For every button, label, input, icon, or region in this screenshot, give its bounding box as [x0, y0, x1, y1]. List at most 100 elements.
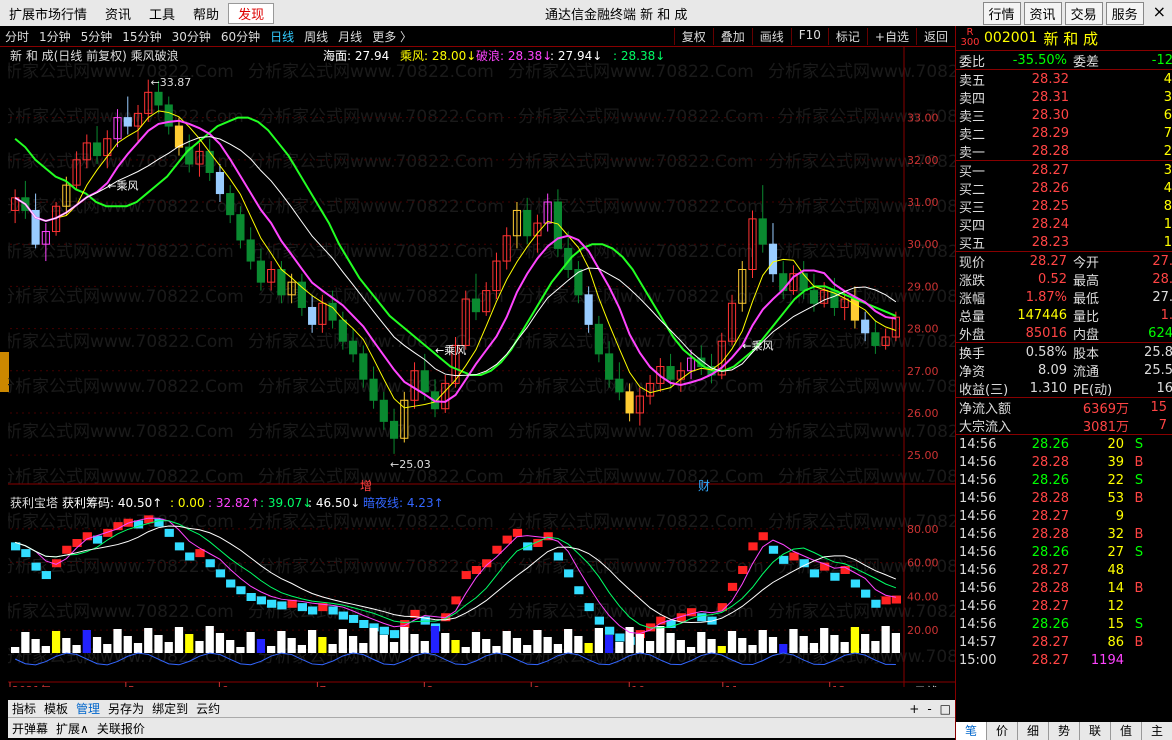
- quote-button[interactable]: 行情: [982, 1, 1021, 25]
- ask-level-row[interactable]: 卖五 28.32 4: [956, 70, 1172, 89]
- draw-button[interactable]: 画线: [751, 27, 791, 45]
- y-tick-label: 28.00: [907, 323, 939, 336]
- tick-side: S: [1134, 436, 1144, 452]
- side-tab[interactable]: 势: [1049, 722, 1080, 740]
- layout-button[interactable]: □: [936, 702, 955, 716]
- adjust-button[interactable]: 复权: [673, 27, 713, 45]
- bid-level-row[interactable]: 买一 28.27 3: [956, 161, 1172, 180]
- menu-news[interactable]: 资讯: [96, 4, 140, 23]
- tick-row[interactable]: 14:56 28.28 53 B: [956, 489, 1172, 507]
- mark-button[interactable]: 标记: [827, 27, 867, 45]
- marker-zeng[interactable]: 增: [360, 479, 372, 493]
- chart-area[interactable]: 分析家公式网www.70822.Com 分析家公式网www.70822.Com 分析…: [8, 47, 955, 687]
- candle-body: [861, 319, 870, 334]
- volume-bar: [92, 637, 102, 653]
- period-weekly[interactable]: 周线: [299, 28, 333, 45]
- volume-bar: [277, 631, 286, 653]
- tick-price: 28.28: [1031, 490, 1069, 506]
- menu-help[interactable]: 帮助: [184, 4, 228, 23]
- tick-time: 14:56: [959, 526, 997, 542]
- tick-volume: 53: [1107, 490, 1124, 506]
- side-tab[interactable]: 值: [1111, 722, 1142, 740]
- profit-bar: [205, 559, 215, 568]
- period-1min[interactable]: 1分钟: [34, 28, 76, 45]
- service-button[interactable]: 服务: [1105, 1, 1144, 25]
- chart-tools: 复权 叠加 画线 F10 标记 +自选 返回: [673, 27, 955, 45]
- tick-list[interactable]: 14:56 28.26 20 S 14:56 28.28 39 B 14:56 28.26 22 S 1…: [956, 435, 1172, 669]
- side-tab[interactable]: 联: [1080, 722, 1111, 740]
- candle-body: [871, 332, 880, 346]
- add-watchlist-button[interactable]: +自选: [866, 27, 916, 45]
- ma-lines: ←33.87 ←25.03 ←乘风 ←乘风 ←乘风: [14, 76, 897, 471]
- f10-button[interactable]: F10: [790, 27, 828, 45]
- back-button[interactable]: 返回: [915, 27, 955, 45]
- legend-line5: : 28.38↓: [613, 49, 665, 63]
- menu-market[interactable]: 扩展市场行情: [0, 4, 96, 23]
- tab-save-as[interactable]: 另存为: [104, 700, 148, 717]
- close-icon[interactable]: ×: [1147, 2, 1172, 25]
- related-quote-button[interactable]: 关联报价: [93, 720, 149, 737]
- candle-body: [768, 243, 778, 275]
- tab-template[interactable]: 模板: [40, 700, 72, 717]
- tab-bind-to[interactable]: 绑定到: [148, 700, 192, 717]
- tab-manage[interactable]: 管理: [72, 700, 104, 717]
- tab-cloud[interactable]: 云约: [192, 700, 224, 717]
- tick-row[interactable]: 14:56 28.26 20 S: [956, 435, 1172, 453]
- profit-bar: [564, 569, 574, 578]
- tick-row[interactable]: 14:56 28.28 32 B: [956, 525, 1172, 543]
- period-30min[interactable]: 30分钟: [167, 28, 216, 45]
- tick-row[interactable]: 14:56 28.27 9: [956, 507, 1172, 525]
- candle-body: [799, 273, 808, 292]
- zoom-in-button[interactable]: +: [905, 702, 923, 716]
- ask-level-row[interactable]: 卖二 28.29 7: [956, 124, 1172, 143]
- period-monthly[interactable]: 月线: [333, 28, 367, 45]
- bid-level-row[interactable]: 买四 28.24 1: [956, 215, 1172, 234]
- tick-price: 28.26: [1031, 436, 1069, 452]
- side-tab[interactable]: 主: [1142, 722, 1172, 740]
- level-qty: 2: [1163, 143, 1172, 159]
- candle-body: [523, 209, 532, 237]
- profit-bar: [461, 571, 471, 580]
- ask-level-row[interactable]: 卖三 28.30 6: [956, 106, 1172, 125]
- expand-button[interactable]: 扩展∧: [52, 720, 93, 737]
- period-more[interactable]: 更多 〉: [367, 28, 417, 45]
- quote-header: R 300 002001 新 和 成: [956, 26, 1172, 51]
- tick-row[interactable]: 14:56 28.26 27 S: [956, 543, 1172, 561]
- tick-row[interactable]: 14:56 28.26 22 S: [956, 471, 1172, 489]
- ask-level-row[interactable]: 卖四 28.31 3: [956, 88, 1172, 107]
- tick-row[interactable]: 15:00 28.27 1194: [956, 651, 1172, 669]
- bid-level-row[interactable]: 买二 28.26 4: [956, 179, 1172, 198]
- tick-row[interactable]: 14:57 28.27 86 B: [956, 633, 1172, 651]
- info-button[interactable]: 资讯: [1023, 1, 1062, 25]
- side-tab[interactable]: 价: [987, 722, 1018, 740]
- trade-button[interactable]: 交易: [1064, 1, 1103, 25]
- flow-value: 6369万: [1082, 401, 1129, 417]
- bid-level-row[interactable]: 买三 28.25 8: [956, 197, 1172, 216]
- candle-body: [215, 171, 225, 195]
- tick-side: B: [1134, 454, 1144, 470]
- period-tick[interactable]: 分时: [0, 28, 34, 45]
- side-tab[interactable]: 笔: [956, 722, 987, 740]
- side-tab[interactable]: 细: [1018, 722, 1049, 740]
- zoom-out-button[interactable]: -: [923, 702, 935, 716]
- kline-chart-svg[interactable]: 分析家公式网www.70822.Com 分析家公式网www.70822.Com 分析…: [8, 47, 955, 687]
- period-5min[interactable]: 5分钟: [76, 28, 118, 45]
- tick-volume: 1194: [1090, 652, 1124, 668]
- marker-cai[interactable]: 财: [698, 479, 710, 493]
- period-15min[interactable]: 15分钟: [117, 28, 166, 45]
- tick-row[interactable]: 14:56 28.27 48: [956, 561, 1172, 579]
- menu-discover[interactable]: 发现: [228, 2, 275, 24]
- tick-row[interactable]: 14:56 28.28 39 B: [956, 453, 1172, 471]
- menu-tools[interactable]: 工具: [140, 4, 184, 23]
- danmu-button[interactable]: 开弹幕: [8, 720, 52, 737]
- period-daily[interactable]: 日线: [265, 28, 299, 45]
- bid-level-row[interactable]: 买五 28.23 1: [956, 233, 1172, 252]
- stat-label: 最低: [1073, 291, 1100, 307]
- tick-row[interactable]: 14:56 28.27 12: [956, 597, 1172, 615]
- period-60min[interactable]: 60分钟: [216, 28, 265, 45]
- ask-level-row[interactable]: 卖一 28.28 2: [956, 142, 1172, 161]
- overlay-button[interactable]: 叠加: [712, 27, 752, 45]
- tab-indicator[interactable]: 指标: [8, 700, 40, 717]
- tick-row[interactable]: 14:56 28.28 14 B: [956, 579, 1172, 597]
- tick-row[interactable]: 14:56 28.26 15 S: [956, 615, 1172, 633]
